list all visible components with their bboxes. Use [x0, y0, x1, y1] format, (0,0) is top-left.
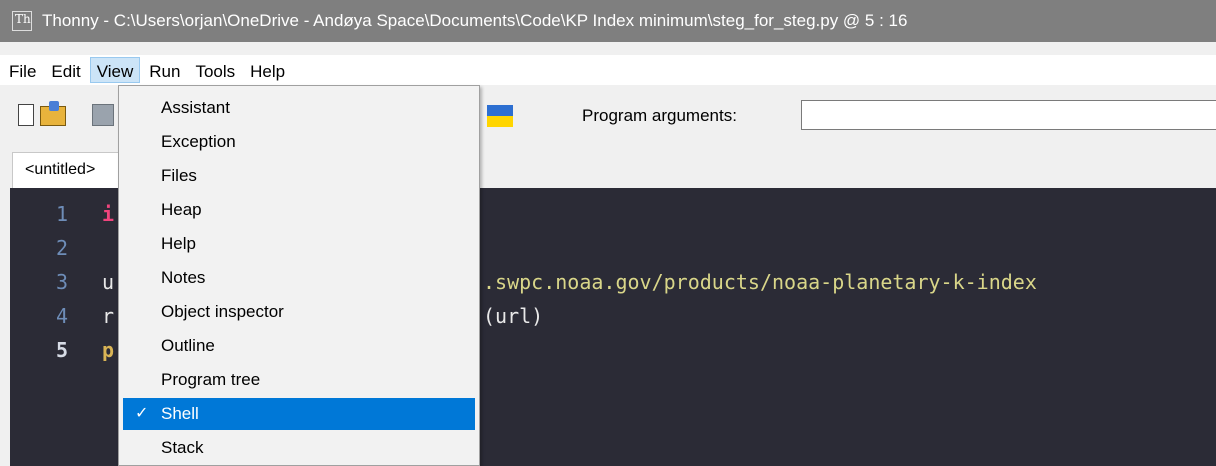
menu-item-stack[interactable]: Stack — [123, 432, 475, 464]
line-number: 4 — [56, 304, 69, 328]
menu-bar: File Edit View Run Tools Help — [0, 55, 1216, 85]
menu-item-notes[interactable]: Notes — [123, 262, 475, 294]
checkmark-icon: ✓ — [135, 405, 149, 422]
ukraine-flag-icon[interactable] — [487, 105, 513, 127]
menu-item-label: Outline — [161, 336, 215, 355]
menu-item-label: Exception — [161, 132, 236, 151]
menu-item-program-tree[interactable]: Program tree — [123, 364, 475, 396]
menu-view[interactable]: View — [89, 57, 141, 83]
menu-item-files[interactable]: Files — [123, 160, 475, 192]
menu-item-label: Shell — [161, 404, 199, 423]
line-number: 3 — [56, 270, 69, 294]
code-line-prefix: r — [102, 304, 115, 328]
program-arguments-input[interactable] — [801, 100, 1216, 130]
menu-item-label: Heap — [161, 200, 202, 219]
program-arguments-label: Program arguments: — [582, 106, 737, 125]
menu-file[interactable]: File — [3, 57, 42, 83]
code-line: i — [102, 202, 115, 226]
menu-item-outline[interactable]: Outline — [123, 330, 475, 362]
new-file-icon[interactable] — [18, 104, 34, 126]
line-number: 2 — [56, 236, 69, 260]
menu-item-label: Help — [161, 234, 196, 253]
menu-tools[interactable]: Tools — [189, 57, 241, 83]
menu-item-heap[interactable]: Heap — [123, 194, 475, 226]
code-line: .swpc.noaa.gov/products/noaa-planetary-k… — [483, 270, 1037, 294]
menu-run[interactable]: Run — [143, 57, 186, 83]
menu-item-shell[interactable]: ✓ Shell — [123, 398, 475, 430]
menu-item-label: Assistant — [161, 98, 230, 117]
view-menu-dropdown: Assistant Exception Files Heap Help Note… — [118, 85, 480, 466]
code-line-prefix: u — [102, 270, 115, 294]
menu-item-label: Object inspector — [161, 302, 284, 321]
window-title: Thonny - C:\Users\orjan\OneDrive - Andøy… — [42, 11, 908, 30]
menu-edit[interactable]: Edit — [45, 57, 86, 83]
code-line: (url) — [483, 304, 544, 328]
code-line-prefix: p — [102, 338, 115, 362]
menu-item-assistant[interactable]: Assistant — [123, 92, 475, 124]
menu-help[interactable]: Help — [244, 57, 291, 83]
save-file-icon[interactable] — [92, 104, 114, 126]
menu-item-help[interactable]: Help — [123, 228, 475, 260]
thonny-icon — [12, 11, 32, 31]
menu-item-label: Program tree — [161, 370, 261, 389]
line-number: 1 — [56, 202, 69, 226]
menu-item-label: Files — [161, 166, 197, 185]
menu-item-label: Notes — [161, 268, 206, 287]
line-number-current: 5 — [56, 338, 69, 362]
menu-item-exception[interactable]: Exception — [123, 126, 475, 158]
menu-item-label: Stack — [161, 438, 204, 457]
menu-item-object-inspector[interactable]: Object inspector — [123, 296, 475, 328]
title-bar: Thonny - C:\Users\orjan\OneDrive - Andøy… — [0, 0, 1216, 42]
open-file-icon[interactable] — [40, 101, 66, 126]
